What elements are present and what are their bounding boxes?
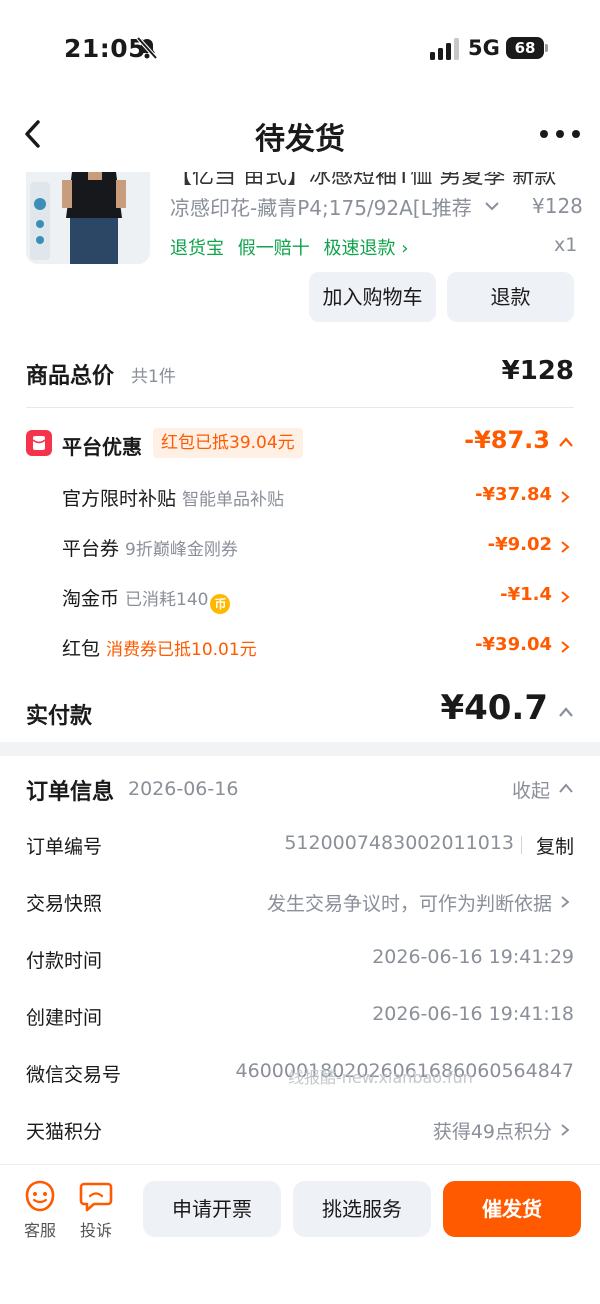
coin-icon: 币 — [210, 594, 231, 614]
discount-item-red-envelope[interactable]: 红包 消费券已抵10.01元 -¥39.04 — [62, 626, 574, 666]
battery-level: 68 — [506, 37, 544, 59]
customer-service-label: 客服 — [23, 1221, 56, 1240]
platform-discount-amount: -¥87.3 — [464, 426, 550, 454]
platform-discount-label: 平台优惠 — [62, 435, 142, 459]
product-variant[interactable]: 凉感印花-藏青P4;175/92A[L推荐 — [170, 192, 476, 221]
info-value: 2026-06-16 19:41:29 — [372, 946, 574, 968]
goods-count: 共1件 — [131, 367, 176, 387]
created-time-row: 创建时间 2026-06-16 19:41:18 — [26, 993, 574, 1039]
info-label: 订单编号 — [26, 836, 103, 858]
order-info-header: 订单信息 2026-06-16 收起 — [26, 766, 574, 812]
watermark: 线报酷-new.xianbao.fun — [288, 1068, 473, 1087]
chevron-right-icon — [561, 641, 570, 653]
discount-item-note: 消费券已抵10.01元 — [106, 640, 257, 660]
product-quantity: x1 — [554, 234, 578, 256]
payment-time-row: 付款时间 2026-06-16 19:41:29 — [26, 936, 574, 982]
discount-item-amount: -¥9.02 — [487, 534, 552, 555]
trade-snapshot-row[interactable]: 交易快照 发生交易争议时，可作为判断依据 — [26, 879, 574, 925]
chevron-right-icon — [561, 591, 570, 603]
discount-item-note: 9折巅峰金刚券 — [125, 540, 238, 560]
info-label: 交易快照 — [26, 893, 103, 915]
copy-button[interactable]: 复制 — [536, 832, 574, 859]
order-number: 5120007483002011013 — [284, 832, 514, 854]
tag-fast-refund: 极速退款 › — [323, 238, 409, 259]
customer-service-icon — [25, 1180, 55, 1212]
complaint-label: 投诉 — [79, 1221, 112, 1240]
goods-total-row: 商品总价 共1件 ¥128 — [26, 346, 574, 406]
product-title: 【亿当 亩式】冰感短袖T恤 男夏季 新款 — [170, 172, 557, 189]
discount-item-label: 官方限时补贴 — [62, 488, 177, 510]
discount-item-note: 智能单品补贴 — [182, 490, 285, 510]
nav-bar: 待发货 — [0, 96, 600, 172]
order-date: 2026-06-16 — [128, 778, 239, 800]
urge-shipping-button[interactable]: 催发货 — [443, 1181, 581, 1237]
divider — [521, 836, 522, 854]
chevron-up-icon[interactable] — [558, 782, 574, 794]
info-label: 创建时间 — [26, 1007, 103, 1029]
chevron-right-icon — [561, 896, 570, 908]
product-price: ¥128 — [532, 194, 583, 218]
chevron-right-icon — [561, 541, 570, 553]
more-icon[interactable] — [540, 128, 580, 140]
info-value: 2026-06-16 19:41:18 — [372, 1003, 574, 1025]
collapse-button[interactable]: 收起 — [512, 776, 550, 803]
actual-paid-label: 实付款 — [26, 704, 93, 729]
tag-genuine-guarantee: 假一赔十 — [237, 238, 310, 259]
actual-paid-row[interactable]: 实付款 ¥40.7 — [26, 688, 574, 738]
discount-item-subsidy[interactable]: 官方限时补贴 智能单品补贴 -¥37.84 — [62, 476, 574, 516]
battery-icon: 68 — [506, 37, 548, 59]
discount-item-label: 红包 — [62, 638, 101, 660]
order-info-title: 订单信息 — [26, 780, 115, 805]
info-label: 付款时间 — [26, 950, 103, 972]
request-invoice-button[interactable]: 申请开票 — [143, 1181, 281, 1237]
discount-item-label: 淘金币 — [62, 588, 120, 610]
actual-paid-amount: ¥40.7 — [440, 688, 548, 728]
chevron-up-icon[interactable] — [558, 436, 574, 448]
bell-muted-icon — [136, 36, 158, 60]
customer-service-button[interactable]: 客服 — [20, 1179, 60, 1240]
refund-button[interactable]: 退款 — [447, 272, 574, 322]
signal-icon — [430, 38, 459, 60]
network-label: 5G — [468, 36, 500, 60]
status-time: 21:05 — [64, 34, 147, 63]
page-title: 待发货 — [255, 122, 345, 157]
discount-item-amount: -¥39.04 — [475, 634, 552, 655]
discount-item-coins[interactable]: 淘金币 已消耗140 币 -¥1.4 — [62, 576, 574, 616]
goods-total-price: ¥128 — [501, 356, 574, 386]
platform-discount-row[interactable]: 平台优惠 红包已抵39.04元 -¥87.3 — [26, 420, 574, 466]
order-number-row: 订单编号 5120007483002011013 复制 — [26, 822, 574, 868]
discount-item-note: 已消耗140 — [125, 590, 209, 610]
tmall-points-row[interactable]: 天猫积分 获得49点积分 — [26, 1107, 574, 1153]
discount-item-coupon[interactable]: 平台券 9折巅峰金刚券 -¥9.02 — [62, 526, 574, 566]
red-envelope-icon — [26, 430, 52, 456]
discount-item-label: 平台券 — [62, 538, 120, 560]
red-envelope-badge: 红包已抵39.04元 — [153, 428, 303, 458]
product-photo-icon — [26, 172, 150, 264]
chevron-down-icon[interactable] — [484, 200, 500, 212]
chevron-up-icon[interactable] — [558, 706, 574, 718]
info-label: 微信交易号 — [26, 1064, 122, 1086]
section-divider — [0, 742, 600, 756]
wechat-trade-number-row: 微信交易号 4600001802026061686060564847 线报酷-n… — [26, 1050, 574, 1096]
discount-item-amount: -¥37.84 — [475, 484, 552, 505]
chevron-right-icon — [561, 1124, 570, 1136]
complaint-button[interactable]: 投诉 — [76, 1179, 116, 1240]
product-image[interactable] — [26, 172, 150, 264]
info-label: 天猫积分 — [26, 1121, 103, 1143]
select-service-button[interactable]: 挑选服务 — [293, 1181, 431, 1237]
info-value: 获得49点积分 — [432, 1121, 552, 1143]
service-tags[interactable]: 退货宝 假一赔十 极速退款 › — [170, 234, 416, 260]
product-card[interactable]: 【亿当 亩式】冰感短袖T恤 男夏季 新款 凉感印花-藏青P4;175/92A[L… — [0, 172, 600, 332]
goods-total-label: 商品总价 — [26, 364, 115, 389]
info-value: 发生交易争议时，可作为判断依据 — [266, 893, 552, 915]
discount-item-amount: -¥1.4 — [500, 584, 552, 605]
complaint-icon — [79, 1182, 113, 1212]
add-to-cart-button[interactable]: 加入购物车 — [309, 272, 436, 322]
tag-return-insurance: 退货宝 — [170, 238, 224, 259]
bottom-action-bar: 客服 投诉 申请开票 挑选服务 催发货 — [0, 1164, 600, 1304]
chevron-right-icon — [561, 491, 570, 503]
divider — [26, 407, 574, 408]
status-bar: 21:05 5G 68 — [0, 0, 600, 96]
